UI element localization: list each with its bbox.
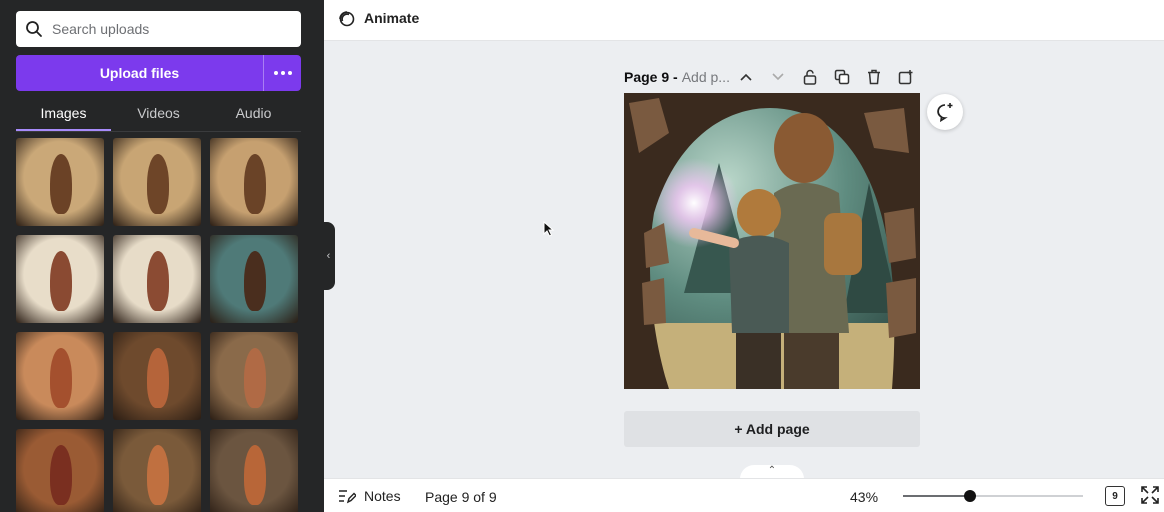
upload-thumbnail[interactable] [210, 429, 298, 512]
upload-thumbnail[interactable] [113, 332, 201, 420]
notes-icon [339, 490, 356, 504]
chevron-left-icon: ‹ [326, 250, 331, 262]
page-header: Page 9 - Add p... [624, 67, 920, 87]
upload-thumbnail[interactable] [210, 138, 298, 226]
upload-thumbnail[interactable] [16, 138, 104, 226]
animate-button[interactable]: Animate [337, 9, 419, 27]
thumbnail-figure [244, 251, 266, 311]
dot [273, 71, 278, 75]
search-icon [26, 21, 42, 37]
thumbnail-figure [244, 445, 266, 505]
canvas-illustration [624, 93, 920, 389]
upload-thumbnail[interactable] [16, 429, 104, 512]
upload-thumbnail[interactable] [210, 332, 298, 420]
search-box[interactable] [16, 11, 301, 47]
dot [287, 71, 292, 75]
animate-icon [339, 11, 355, 27]
tab-videos[interactable]: Videos [111, 96, 206, 131]
zoom-slider[interactable] [903, 490, 1083, 502]
upload-thumbnail[interactable] [16, 332, 104, 420]
page-count[interactable]: Page 9 of 9 [425, 489, 497, 505]
tab-images[interactable]: Images [16, 96, 111, 131]
chevron-down-icon[interactable] [768, 67, 788, 87]
thumbnail-figure [50, 251, 72, 311]
page-title: Page 9 - [624, 69, 678, 85]
editor-toolbar: Animate [324, 0, 1164, 41]
search-input[interactable] [52, 21, 282, 37]
scroll-up-handle[interactable]: ⌃ [740, 465, 804, 479]
chevron-up-small-icon: ⌃ [767, 465, 777, 476]
thumbnail-figure [50, 348, 72, 408]
zoom-level[interactable]: 43% [850, 489, 878, 505]
comment-add-icon [937, 103, 953, 122]
uploads-panel: Upload files Images Videos Audio [0, 0, 324, 512]
more-options-button[interactable] [264, 55, 301, 91]
lock-icon[interactable] [800, 67, 820, 87]
chevron-up-icon[interactable] [736, 67, 756, 87]
upload-thumbnail[interactable] [113, 429, 201, 512]
thumbnail-figure [147, 445, 169, 505]
media-tabs: Images Videos Audio [16, 96, 301, 132]
add-page-button[interactable]: + Add page [624, 411, 920, 447]
thumbnail-figure [50, 154, 72, 214]
thumbnail-figure [147, 251, 169, 311]
upload-thumbnail[interactable] [113, 138, 201, 226]
mouse-cursor-icon [543, 221, 555, 237]
page-actions [736, 67, 916, 87]
upload-files-button[interactable]: Upload files [16, 55, 263, 91]
add-comment-button[interactable] [927, 94, 963, 130]
upload-thumbnail[interactable] [210, 235, 298, 323]
upload-thumbnail[interactable] [113, 235, 201, 323]
upload-thumbnail[interactable] [16, 235, 104, 323]
page-title-input[interactable]: Add p... [682, 69, 730, 85]
design-canvas[interactable] [624, 93, 920, 389]
thumbnail-figure [244, 348, 266, 408]
thumbnail-figure [147, 154, 169, 214]
add-page-icon[interactable] [896, 67, 916, 87]
animate-label: Animate [364, 10, 420, 26]
duplicate-icon[interactable] [832, 67, 852, 87]
notes-label: Notes [364, 488, 401, 504]
tab-audio[interactable]: Audio [206, 96, 301, 131]
upload-files-group: Upload files [16, 55, 301, 91]
grid-view-button[interactable]: 9 [1105, 486, 1125, 506]
thumbnail-figure [244, 154, 266, 214]
thumbnail-figure [147, 348, 169, 408]
status-bar: Notes Page 9 of 9 43% 9 [324, 478, 1164, 512]
dot [280, 71, 285, 75]
zoom-slider-handle[interactable] [963, 490, 976, 502]
notes-button[interactable]: Notes [338, 488, 401, 504]
thumbnail-figure [50, 445, 72, 505]
fullscreen-icon[interactable] [1141, 486, 1159, 504]
zoom-slider-fill [903, 495, 970, 497]
trash-icon[interactable] [864, 67, 884, 87]
collapse-panel-button[interactable]: ‹ [322, 222, 335, 290]
